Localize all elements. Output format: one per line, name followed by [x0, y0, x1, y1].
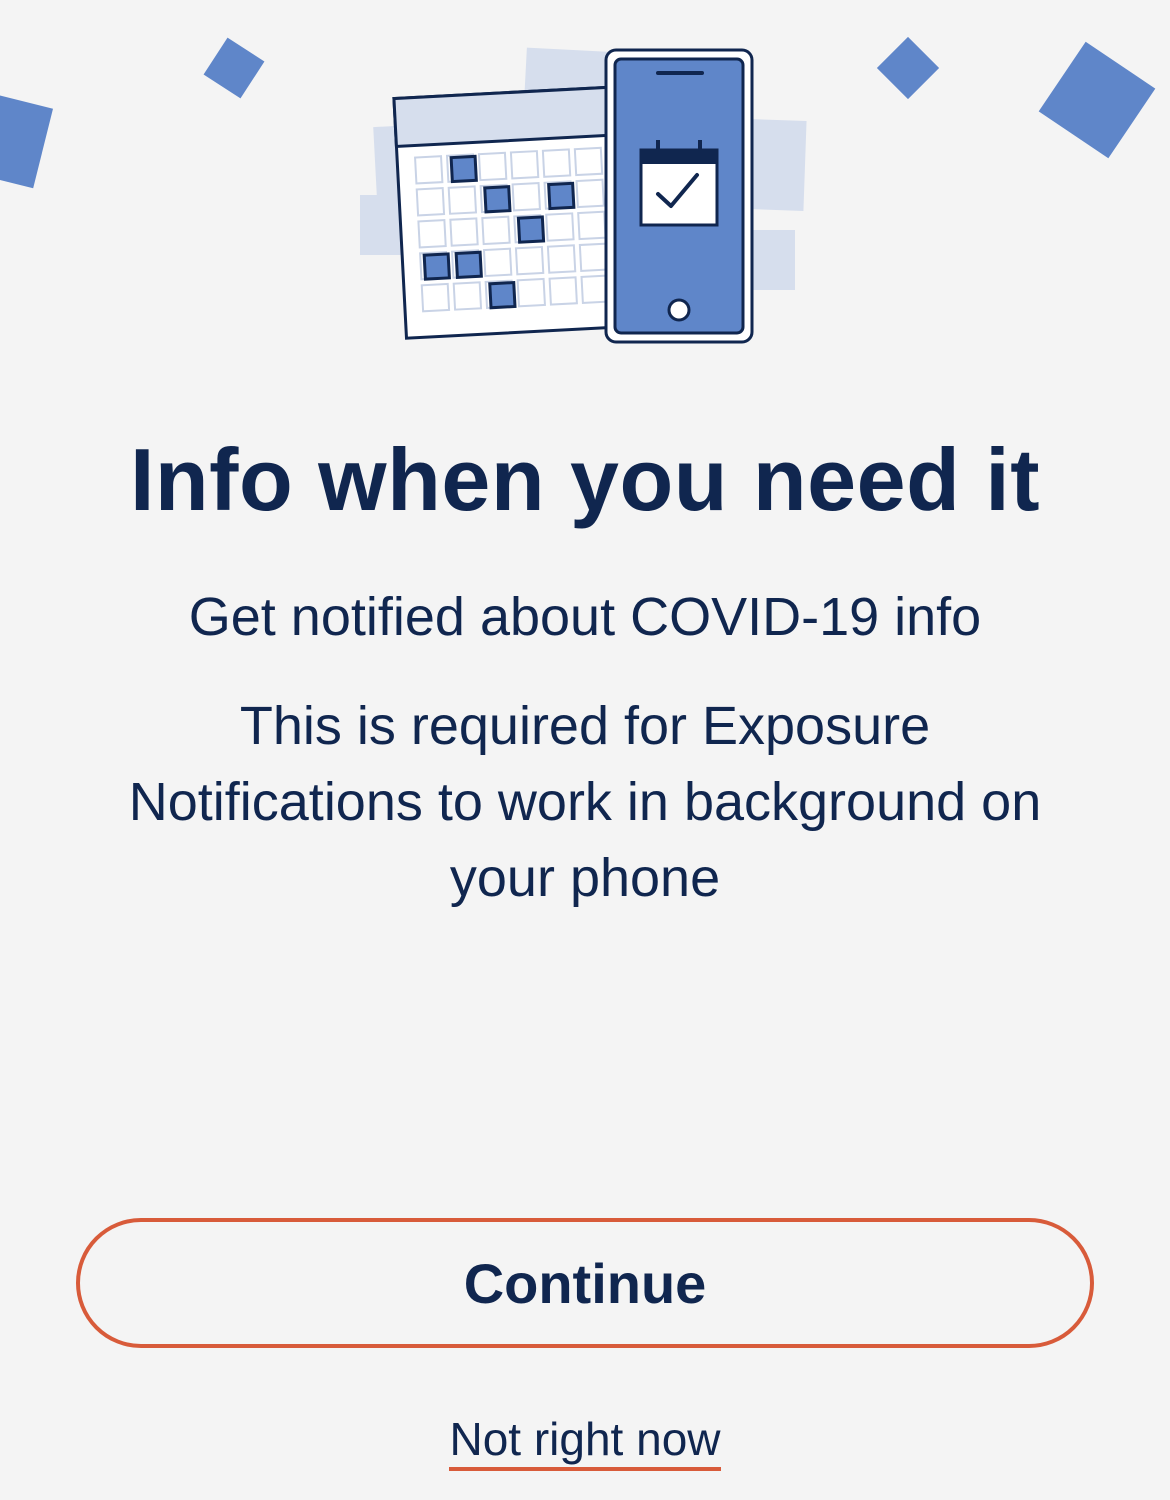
continue-button-label: Continue: [463, 1251, 707, 1315]
page-title: Info when you need it: [129, 430, 1041, 529]
decorative-square: [203, 37, 265, 99]
decorative-square: [1038, 41, 1156, 159]
calendar-check-icon: [639, 140, 719, 227]
not-right-now-link[interactable]: Not right now: [449, 1413, 721, 1471]
decorative-square: [0, 93, 53, 189]
description-text: This is required for Exposure Notificati…: [128, 696, 1042, 908]
calendar-and-phone-illustration: [360, 47, 807, 344]
decorative-square: [876, 36, 940, 100]
subtitle: Get notified about COVID-19 info: [188, 587, 982, 647]
continue-button[interactable]: Continue: [76, 1218, 1094, 1348]
not-now-container: Not right now: [0, 1412, 1170, 1471]
